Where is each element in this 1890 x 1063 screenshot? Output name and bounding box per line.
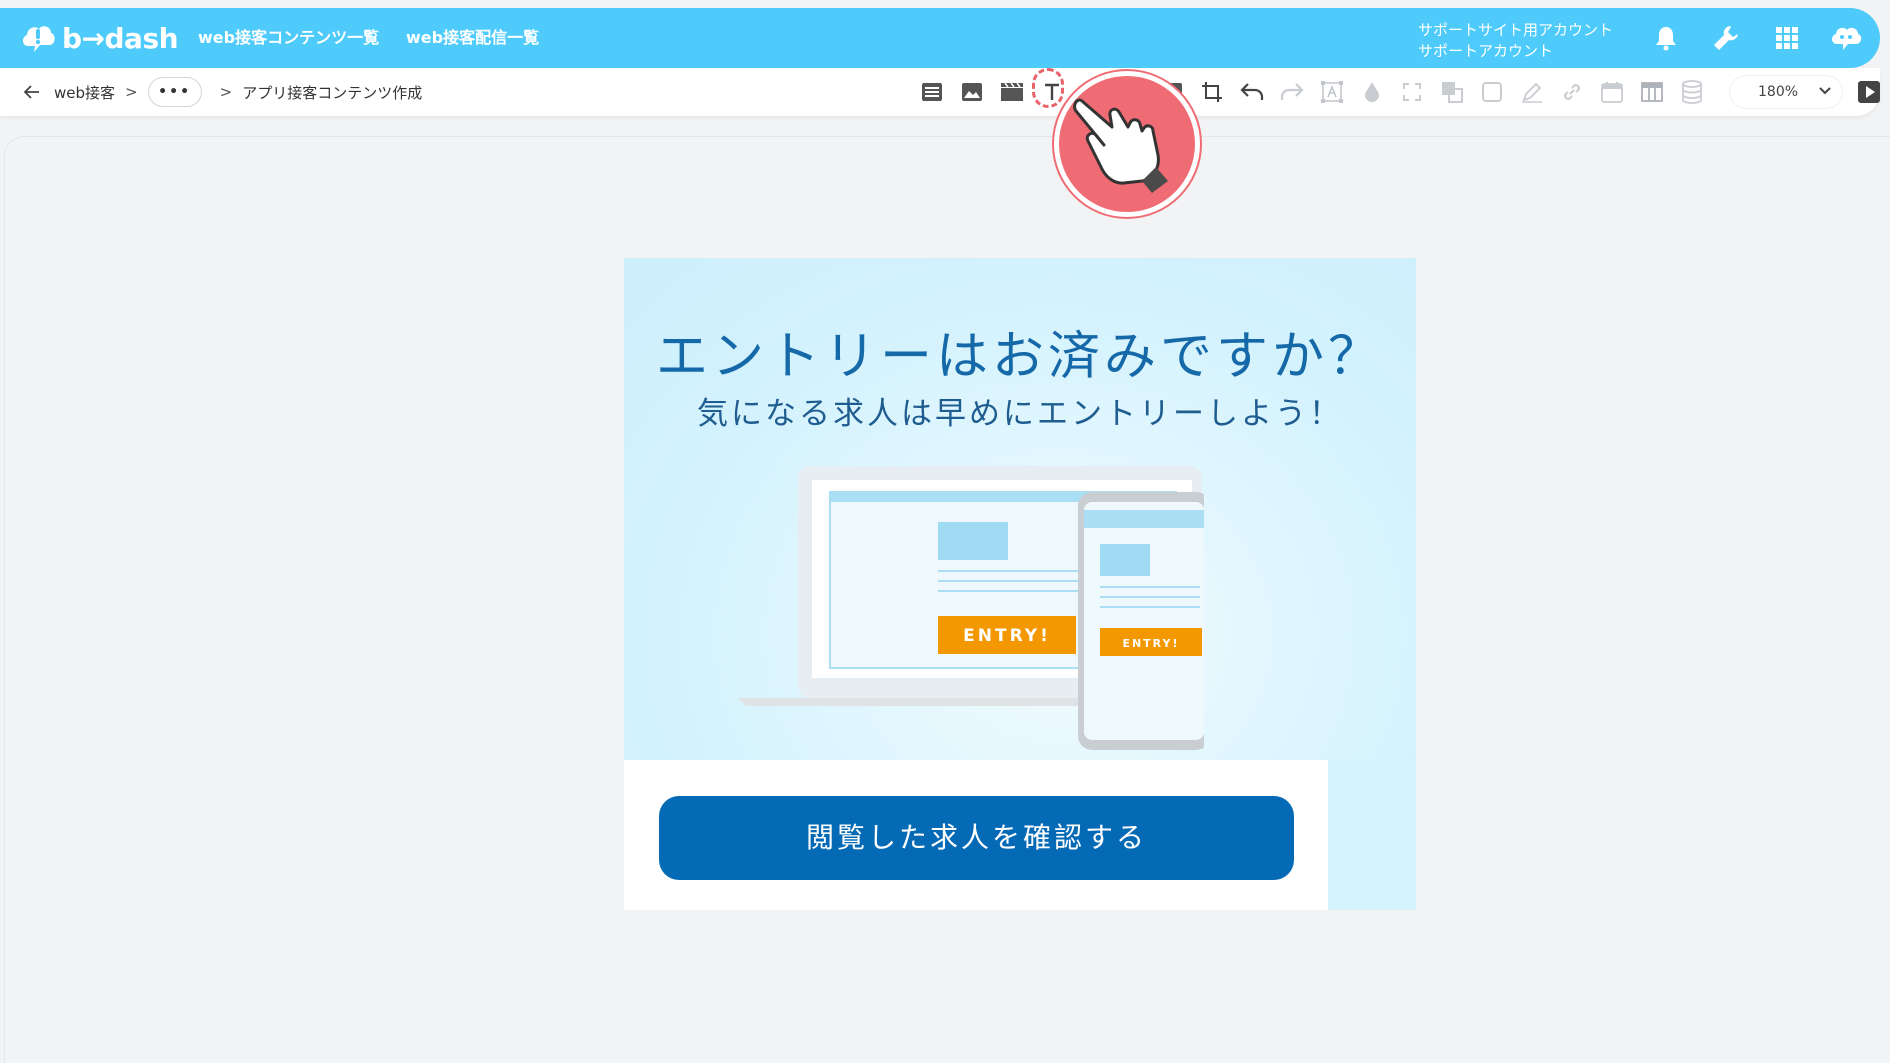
breadcrumb-web-customer[interactable]: web接客 (54, 82, 115, 103)
resize-icon[interactable] (1396, 76, 1428, 108)
nav-web-delivery-list[interactable]: web接客配信一覧 (406, 8, 539, 68)
logo-cloud-icon (22, 26, 55, 52)
tutorial-pointer (1054, 71, 1200, 217)
zoom-select[interactable]: 180% (1730, 76, 1842, 108)
support-chat-icon[interactable] (1829, 21, 1863, 55)
devices-illustration[interactable]: ENTRY! ENTRY! (734, 458, 1204, 758)
zoom-value: 180% (1758, 84, 1799, 100)
grid-apps-icon[interactable] (1770, 21, 1804, 55)
view-jobs-button[interactable]: 閲覧した求人を確認する (659, 796, 1294, 880)
bell-icon[interactable] (1649, 21, 1683, 55)
nav-web-content-list[interactable]: web接客コンテンツ一覧 (198, 8, 379, 68)
logo-text: b→dash (62, 21, 179, 55)
pen-icon[interactable] (1516, 76, 1548, 108)
layer-icon[interactable] (1436, 76, 1468, 108)
banner-headline[interactable]: エントリーはお済みですか？ (624, 314, 1416, 389)
border-icon[interactable] (1476, 76, 1508, 108)
banner-content[interactable]: エントリーはお済みですか？ 気になる求人は早めにエントリーしよう！ ENTRY!… (624, 258, 1416, 910)
arrow-left-icon[interactable] (24, 85, 40, 99)
link-icon[interactable] (1556, 76, 1588, 108)
hand-pointer-icon (1073, 98, 1168, 193)
breadcrumb-more-button[interactable]: ••• (147, 77, 202, 107)
calendar-icon[interactable] (1596, 76, 1628, 108)
laptop-entry-label: ENTRY! (963, 626, 1051, 646)
breadcrumb-separator: > (219, 83, 233, 101)
editor-toolbar-row: web接客 > ••• > アプリ接客コンテンツ作成 180% (0, 68, 1880, 116)
breadcrumb-current: アプリ接客コンテンツ作成 (242, 83, 423, 102)
top-header: b→dash web接客コンテンツ一覧 web接客配信一覧 サポートサイト用アカ… (0, 8, 1880, 68)
redo-icon[interactable] (1276, 76, 1308, 108)
phone-entry-label: ENTRY! (1122, 637, 1179, 650)
database-icon[interactable] (1676, 76, 1708, 108)
table-icon[interactable] (1636, 76, 1668, 108)
banner-subline[interactable]: 気になる求人は早めにエントリーしよう！ (624, 388, 1416, 433)
bdash-logo[interactable]: b→dash (20, 17, 179, 59)
breadcrumb: web接客 > ••• > アプリ接客コンテンツ作成 (24, 68, 422, 116)
image-icon[interactable] (956, 76, 988, 108)
text-frame-icon[interactable] (1316, 76, 1348, 108)
account-role: サポートアカウント (1418, 42, 1554, 60)
list-icon[interactable] (916, 76, 948, 108)
video-icon[interactable] (996, 76, 1028, 108)
play-icon[interactable] (1853, 76, 1885, 108)
wrench-icon[interactable] (1709, 21, 1743, 55)
undo-icon[interactable] (1236, 76, 1268, 108)
chevron-down-icon (1819, 87, 1831, 95)
account-info[interactable]: サポートサイト用アカウント サポートアカウント (1418, 20, 1613, 62)
breadcrumb-separator: > (125, 83, 138, 101)
account-name: サポートサイト用アカウント (1418, 21, 1614, 39)
color-drop-icon[interactable] (1356, 76, 1388, 108)
crop-icon[interactable] (1196, 76, 1228, 108)
